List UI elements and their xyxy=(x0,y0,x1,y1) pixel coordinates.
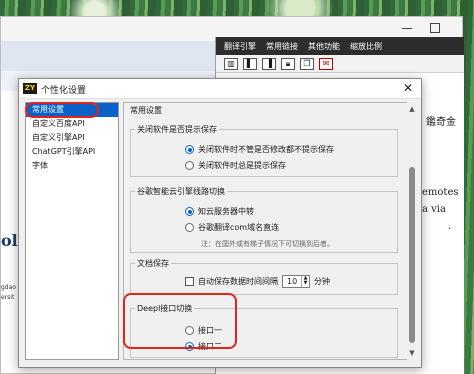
google-option-direct[interactable]: 谷歌翻译com域名直连 xyxy=(185,222,279,233)
app-logo-icon: ZY xyxy=(23,83,37,94)
menu-item-links[interactable]: 常用链接 xyxy=(266,41,298,52)
right-doc-line: emotes xyxy=(422,187,459,198)
autosave-row: 自动保存数据时间间隔 10 ▲ ▼ 分钟 xyxy=(185,275,330,288)
close-option-no-prompt[interactable]: 关闭软件时不管是否修改都不提示保存 xyxy=(185,144,334,155)
close-option-always-prompt[interactable]: 关闭软件时总是提示保存 xyxy=(185,160,286,171)
translation-toolbar: ▥ ▌ ▐ 🔒︎ ❐ ✉ xyxy=(216,55,464,73)
left-doc-line: ersit xyxy=(1,294,15,301)
menu-item-zoom[interactable]: 缩放比例 xyxy=(350,41,382,52)
right-doc-line: . xyxy=(448,221,452,232)
deepl-option-2[interactable]: 接口二 xyxy=(185,341,222,352)
maximize-icon[interactable] xyxy=(430,23,440,33)
left-doc-line: gdao xyxy=(1,284,16,291)
option-label: 关闭软件时总是提示保存 xyxy=(198,161,286,170)
option-label: 知云服务器中转 xyxy=(198,207,254,216)
autosave-checkbox[interactable] xyxy=(185,277,194,286)
scroll-thumb[interactable] xyxy=(409,167,415,343)
google-route-group: 谷歌智能云引擎线路切换 知云服务器中转 谷歌翻译com域名直连 注：在国外或有梯… xyxy=(130,186,398,253)
layout-icon[interactable]: ▥ xyxy=(224,57,238,70)
right-doc-line: a via xyxy=(422,204,446,215)
close-prompt-group: 关闭软件是否提示保存 关闭软件时不管是否修改都不提示保存 关闭软件时总是提示保存 xyxy=(130,124,398,177)
group-title: 谷歌智能云引擎线路切换 xyxy=(135,186,227,197)
scroll-up-icon[interactable]: ▲ xyxy=(406,103,418,115)
deepl-option-1[interactable]: 接口一 xyxy=(185,325,222,336)
radio-button[interactable] xyxy=(185,161,194,170)
content-scrollbar[interactable]: ▲ ▼ xyxy=(406,103,418,359)
google-route-hint: 注：在国外或有梯子情况下可切换到后者。 xyxy=(201,240,334,248)
group-title: 文档保存 xyxy=(135,258,171,269)
nav-item-chatgpt-api[interactable]: ChatGPT引擎API xyxy=(26,145,118,159)
right-doc-line: 鑑奇金 xyxy=(426,117,456,128)
mail-icon[interactable]: ✉ xyxy=(319,57,333,70)
option-label: 关闭软件时不管是否修改都不提示保存 xyxy=(198,145,334,154)
radio-button[interactable] xyxy=(185,223,194,232)
deepl-switch-group: Deepl接口切换 接口一 接口二 xyxy=(130,303,398,358)
nav-item-baidu-api[interactable]: 自定义百度API xyxy=(26,117,118,131)
autosave-interval-stepper[interactable]: 10 ▲ ▼ xyxy=(282,275,310,288)
dialog-titlebar: ZY 个性化设置 ✕ xyxy=(19,79,421,99)
doc-save-group: 文档保存 自动保存数据时间间隔 10 ▲ ▼ 分钟 xyxy=(130,258,398,295)
option-label: 接口二 xyxy=(198,342,222,351)
group-title: Deepl接口切换 xyxy=(135,303,195,314)
copy-icon[interactable]: ❐ xyxy=(300,57,314,70)
menu-item-other[interactable]: 其他功能 xyxy=(308,41,340,52)
interval-unit: 分钟 xyxy=(314,277,330,286)
radio-button[interactable] xyxy=(185,145,194,154)
lock-icon[interactable]: 🔒︎ xyxy=(281,57,295,70)
background-toolbar-strip xyxy=(1,41,215,71)
minimize-icon[interactable] xyxy=(402,28,412,29)
stepper-arrows-icon[interactable]: ▲ ▼ xyxy=(301,276,309,287)
scroll-down-icon[interactable]: ▼ xyxy=(406,347,418,359)
section-title: 常用设置 xyxy=(130,106,162,115)
settings-content-panel: 常用设置 关闭软件是否提示保存 关闭软件时不管是否修改都不提示保存 关闭软件时总… xyxy=(123,102,407,360)
settings-nav-list: 常用设置 自定义百度API 自定义引擎API ChatGPT引擎API 字体 xyxy=(25,102,119,360)
settings-dialog: ZY 个性化设置 ✕ 常用设置 自定义百度API 自定义引擎API ChatGP… xyxy=(18,78,422,368)
radio-button[interactable] xyxy=(185,207,194,216)
dialog-title: 个性化设置 xyxy=(41,86,87,96)
nav-item-custom-engine-api[interactable]: 自定义引擎API xyxy=(26,131,118,145)
option-label: 接口一 xyxy=(198,326,222,335)
nav-item-font[interactable]: 字体 xyxy=(26,159,118,173)
menu-item-engine[interactable]: 翻译引擎 xyxy=(224,41,256,52)
option-label: 谷歌翻译com域名直连 xyxy=(198,223,280,232)
close-icon[interactable]: ✕ xyxy=(403,81,413,95)
nav-item-general[interactable]: 常用设置 xyxy=(26,103,118,117)
radio-button[interactable] xyxy=(185,342,194,351)
interval-value: 10 xyxy=(287,277,298,286)
layout-left-icon[interactable]: ▌ xyxy=(243,57,257,70)
autosave-label: 自动保存数据时间间隔 xyxy=(198,277,278,286)
google-option-relay[interactable]: 知云服务器中转 xyxy=(185,206,254,217)
group-title: 关闭软件是否提示保存 xyxy=(135,124,219,135)
radio-button[interactable] xyxy=(185,326,194,335)
layout-right-icon[interactable]: ▐ xyxy=(262,57,276,70)
translation-menu-bar: 翻译引擎 常用链接 其他功能 缩放比例 xyxy=(216,37,464,55)
